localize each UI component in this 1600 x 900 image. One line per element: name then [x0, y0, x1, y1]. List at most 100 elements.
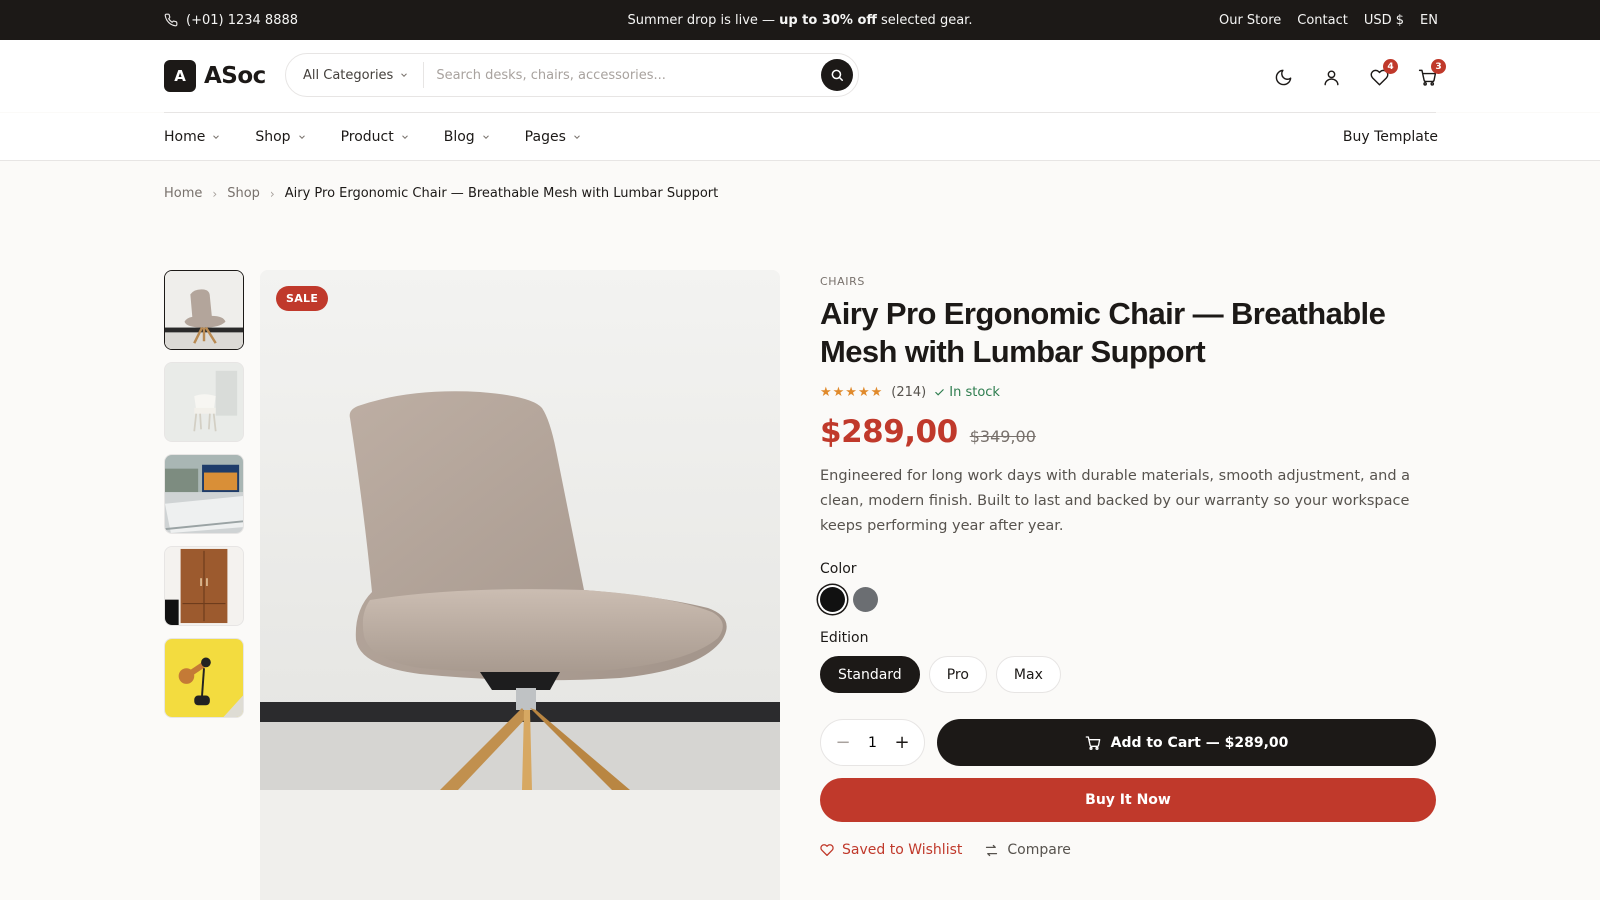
edition-pro-button[interactable]: Pro — [928, 656, 987, 693]
edition-max-button[interactable]: Max — [995, 656, 1061, 693]
stock-status: In stock — [934, 385, 1000, 400]
moon-icon — [1275, 69, 1291, 85]
thumbnail-chair[interactable] — [164, 270, 244, 350]
thumbnail-desk-monitor[interactable] — [164, 454, 244, 534]
main-navigation: Home Shop Product Blog Pages Buy Templat… — [0, 113, 1600, 161]
add-to-cart-button[interactable]: Add to Cart — $289,00 — [937, 719, 1436, 766]
cart-count-badge: 3 — [1431, 59, 1446, 74]
chevron-down-icon — [401, 73, 408, 77]
thumbnail-white-chair[interactable] — [164, 362, 244, 442]
buy-template-link[interactable]: Buy Template — [1343, 113, 1438, 160]
yellow-lamp-thumbnail-image — [165, 639, 243, 717]
review-count[interactable]: (214) — [891, 385, 926, 400]
account-button[interactable] — [1320, 66, 1342, 88]
nav-item-shop[interactable]: Shop — [255, 129, 306, 145]
compare-icon — [986, 844, 998, 856]
original-price: $349,00 — [969, 427, 1036, 446]
contact-link[interactable]: Contact — [1297, 13, 1348, 28]
nav-item-product[interactable]: Product — [341, 129, 410, 145]
header-actions: 4 3 — [1272, 59, 1446, 88]
decrease-quantity-button[interactable]: − — [831, 731, 855, 755]
topbar-links: Our Store Contact USD $ EN — [1219, 0, 1438, 40]
product-price: $289,00 $349,00 — [820, 414, 1436, 450]
quantity-stepper: − + — [820, 719, 925, 766]
add-to-cart-label: Add to Cart — $289,00 — [1110, 734, 1289, 751]
breadcrumb-home[interactable]: Home — [164, 186, 202, 201]
category-dropdown[interactable]: All Categories — [286, 62, 425, 88]
wishlist-toggle[interactable]: Saved to Wishlist — [820, 842, 962, 858]
product-category[interactable]: CHAIRS — [820, 275, 1436, 288]
compare-button[interactable]: Compare — [984, 842, 1071, 858]
nav-item-home[interactable]: Home — [164, 129, 221, 145]
product-details: CHAIRS Airy Pro Ergonomic Chair — Breath… — [820, 275, 1436, 858]
announcement-bar: Summer drop is live — up to 30% off sele… — [0, 0, 1600, 40]
nav-item-label: Home — [164, 128, 206, 145]
wishlist-label: Saved to Wishlist — [842, 842, 963, 858]
search-icon — [831, 69, 844, 82]
desk-monitor-thumbnail-image — [165, 455, 243, 533]
phone-icon — [164, 13, 178, 27]
chevron-down-icon — [401, 134, 408, 139]
search-button[interactable] — [821, 59, 853, 91]
chevron-down-icon — [574, 134, 580, 139]
edition-options: Standard Pro Max — [820, 656, 1436, 693]
search-input[interactable] — [436, 67, 821, 83]
thumbnail-yellow-lamp[interactable] — [164, 638, 244, 718]
chevron-down-icon — [298, 134, 305, 139]
edition-label: Edition — [820, 630, 869, 646]
stock-label: In stock — [949, 385, 1000, 400]
nav-item-label: Blog — [443, 128, 475, 145]
currency-selector[interactable]: USD $ — [1364, 13, 1404, 28]
increase-quantity-button[interactable]: + — [890, 731, 914, 755]
user-icon — [1323, 69, 1339, 85]
chevron-down-icon — [482, 134, 489, 139]
chair-thumbnail-image — [165, 271, 243, 349]
product-main-image[interactable]: SALE — [260, 270, 780, 900]
nav-item-label: Shop — [255, 128, 291, 145]
breadcrumb-shop[interactable]: Shop — [227, 186, 260, 201]
product-title: Airy Pro Ergonomic Chair — Breathable Me… — [820, 296, 1386, 369]
white-chair-thumbnail-image — [165, 363, 243, 441]
chair-photo — [260, 270, 780, 790]
product-thumbnails — [164, 270, 244, 718]
current-price: $289,00 — [820, 414, 958, 450]
nav-item-label: Pages — [524, 128, 566, 145]
nav-item-pages[interactable]: Pages — [525, 129, 582, 145]
cart-icon — [1085, 735, 1100, 750]
sale-badge: SALE — [276, 286, 329, 311]
secondary-actions: Saved to Wishlist Compare — [820, 842, 1436, 858]
rating-stars: ★★★★★ — [820, 385, 884, 400]
nav-items: Home Shop Product Blog Pages — [164, 113, 582, 160]
logo-mark: A — [164, 60, 196, 92]
nav-item-blog[interactable]: Blog — [444, 129, 491, 145]
cart-button[interactable]: 3 — [1416, 59, 1446, 88]
cart-row: − + Add to Cart — $289,00 — [820, 719, 1436, 766]
site-header: A ASoc All Categories 4 3 — [0, 40, 1600, 112]
color-label: Color — [820, 561, 857, 577]
theme-toggle-button[interactable] — [1272, 66, 1294, 88]
phone-contact[interactable]: (+01) 1234 8888 — [164, 0, 298, 40]
heart-icon — [820, 844, 834, 857]
logo-name: ASoc — [204, 63, 266, 89]
language-selector[interactable]: EN — [1420, 13, 1438, 28]
product-description: Engineered for long work days with durab… — [820, 468, 1411, 534]
wishlist-button[interactable]: 4 — [1368, 59, 1398, 88]
product-rating: ★★★★★ (214) In stock — [820, 385, 1436, 400]
quantity-input[interactable] — [857, 734, 888, 751]
chevron-down-icon — [213, 134, 220, 139]
wood-cabinet-thumbnail-image — [165, 547, 243, 625]
logo[interactable]: A ASoc — [164, 60, 266, 92]
compare-label: Compare — [1007, 842, 1071, 858]
color-swatch-black[interactable] — [820, 587, 845, 612]
our-store-link[interactable]: Our Store — [1219, 13, 1281, 28]
color-swatch-gray[interactable] — [853, 587, 878, 612]
check-icon — [935, 389, 945, 396]
buy-now-button[interactable]: Buy It Now — [820, 778, 1436, 822]
thumbnail-wood-cabinet[interactable] — [164, 546, 244, 626]
breadcrumb-current: Airy Pro Ergonomic Chair — Breathable Me… — [284, 186, 719, 201]
breadcrumb: Home › Shop › Airy Pro Ergonomic Chair —… — [164, 186, 718, 201]
edition-standard-button[interactable]: Standard — [820, 656, 920, 693]
promo-before: Summer drop is live — — [627, 12, 776, 28]
breadcrumb-separator: › — [269, 186, 275, 201]
nav-item-label: Product — [340, 128, 394, 145]
